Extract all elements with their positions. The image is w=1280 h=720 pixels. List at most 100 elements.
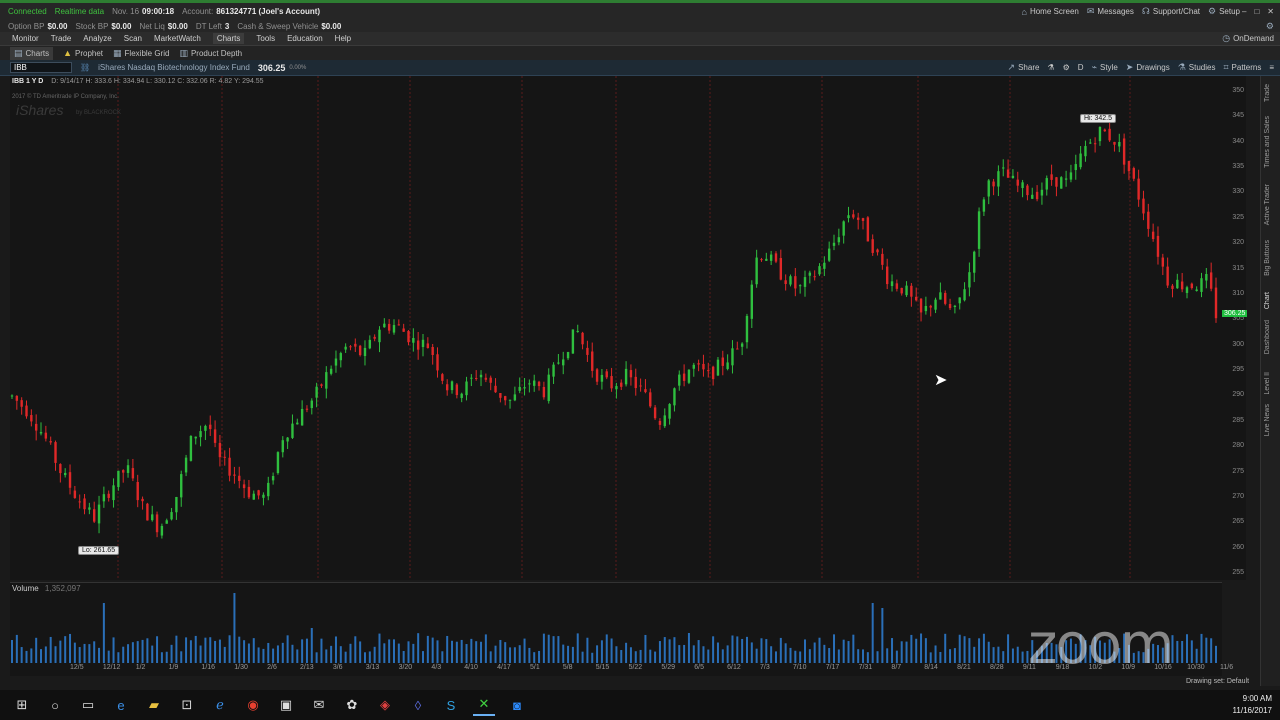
candle-body — [325, 372, 328, 389]
close-icon[interactable]: ✕ — [1267, 7, 1274, 16]
price-tick-label: 285 — [1232, 416, 1244, 424]
candle-body — [968, 272, 971, 288]
app-red-icon[interactable]: ◈ — [374, 694, 396, 716]
symbol-input[interactable]: IBB — [10, 62, 72, 73]
minimize-icon[interactable]: – — [1242, 7, 1246, 16]
menu-education[interactable]: Education — [287, 34, 323, 43]
candle-body — [83, 498, 86, 510]
ie-icon[interactable]: ℯ — [209, 694, 231, 716]
volume-bar — [509, 647, 512, 663]
flask-icon[interactable]: ⚗ — [1047, 63, 1054, 72]
ondemand-button[interactable]: ◷ OnDemand — [1222, 33, 1274, 44]
account-value[interactable]: 861324771 (Joel's Account) — [216, 7, 320, 16]
edge-icon[interactable]: e — [110, 694, 132, 716]
volume-bar — [189, 640, 192, 663]
volume-bar — [286, 635, 289, 663]
subtab-flexible-grid[interactable]: ▦ Flexible Grid — [113, 48, 169, 59]
subtab-charts[interactable]: ▤ Charts — [10, 46, 54, 60]
price-tick-label: 310 — [1232, 289, 1244, 297]
menu-marketwatch[interactable]: MarketWatch — [154, 34, 201, 43]
side-tab-chart[interactable]: Chart — [1264, 292, 1271, 309]
chart-settings-icon[interactable]: ⚙ — [1063, 63, 1070, 72]
search-icon[interactable]: ○ — [44, 694, 66, 716]
volume-bar — [591, 652, 594, 663]
candle-body — [789, 276, 792, 285]
side-tab-big-buttons[interactable]: Big Buttons — [1264, 240, 1271, 276]
skype-icon[interactable]: S — [440, 694, 462, 716]
side-tab-live-news[interactable]: Live News — [1264, 404, 1271, 436]
messages-button[interactable]: ✉ Messages — [1087, 6, 1134, 17]
menu-help[interactable]: Help — [335, 34, 351, 43]
studies-button[interactable]: ⚗ Studies — [1178, 62, 1216, 73]
style-button[interactable]: ⌁ Style — [1092, 62, 1118, 73]
chrome-icon[interactable]: ◉ — [242, 694, 264, 716]
mail-icon[interactable]: ✉ — [308, 694, 330, 716]
dt-left-value: 3 — [224, 21, 230, 31]
menu-analyze[interactable]: Analyze — [83, 34, 111, 43]
volume-bar — [1176, 640, 1179, 663]
thinkorswim-icon[interactable]: ✕ — [473, 694, 495, 716]
side-tab-active-trader[interactable]: Active Trader — [1264, 184, 1271, 225]
drawing-set-label[interactable]: Drawing set: Default — [1186, 678, 1249, 685]
volume-bar — [325, 649, 328, 663]
volume-bar — [866, 652, 869, 663]
support-chat-button[interactable]: ☊ Support/Chat — [1142, 6, 1200, 17]
menu-scan[interactable]: Scan — [124, 34, 142, 43]
volume-bar — [770, 646, 773, 663]
candle-body — [262, 494, 265, 498]
maximize-icon[interactable]: □ — [1254, 7, 1259, 16]
volume-bar — [422, 651, 425, 663]
candle-body — [34, 423, 38, 431]
settings-gear-icon[interactable]: ⚙ — [1266, 21, 1274, 32]
price-chart[interactable] — [10, 76, 1222, 580]
candle-body — [223, 456, 226, 458]
patterns-button[interactable]: ⌗ Patterns — [1223, 62, 1261, 73]
home-screen-button[interactable]: ⌂ Home Screen — [1022, 7, 1079, 17]
candle-body — [276, 452, 280, 474]
volume-bar — [223, 646, 226, 663]
system-clock[interactable]: 9:00 AM 11/16/2017 — [1233, 693, 1272, 717]
store-icon[interactable]: ⊡ — [176, 694, 198, 716]
menu-tools[interactable]: Tools — [256, 34, 275, 43]
interval-button[interactable]: D — [1078, 63, 1084, 72]
candle-body — [238, 475, 241, 481]
task-view-icon[interactable]: ▭ — [77, 694, 99, 716]
app-icon[interactable]: ✿ — [341, 694, 363, 716]
menu-monitor[interactable]: Monitor — [12, 34, 39, 43]
volume-bar — [107, 650, 110, 663]
side-tab-trade[interactable]: Trade — [1264, 84, 1271, 102]
candle-body — [953, 305, 957, 308]
volume-bar — [54, 646, 57, 663]
menu-icon[interactable]: ≡ — [1269, 63, 1274, 72]
side-tab-times-sales[interactable]: Times and Sales — [1264, 116, 1271, 168]
volume-bar — [731, 635, 734, 663]
link-icon[interactable]: ⛓ — [80, 63, 90, 72]
remote-desktop-icon[interactable]: ▣ — [275, 694, 297, 716]
volume-bar — [552, 636, 555, 663]
folder-icon[interactable]: ▰ — [143, 694, 165, 716]
windows-start-icon[interactable]: ⊞ — [11, 694, 33, 716]
zoom-app-icon[interactable]: ◙ — [506, 694, 528, 716]
candle-body — [731, 348, 734, 366]
side-tab-dashboard[interactable]: Dashboard — [1264, 320, 1271, 354]
candle-body — [344, 346, 347, 350]
date-tick-label: 7/10 — [792, 664, 807, 671]
menu-charts[interactable]: Charts — [212, 33, 245, 44]
volume-bar — [620, 650, 623, 663]
share-button[interactable]: ↗ Share — [1008, 62, 1040, 73]
side-tab-level-ii[interactable]: Level II — [1264, 372, 1271, 395]
candle-body — [929, 305, 932, 308]
candle-body — [774, 253, 778, 262]
menu-trade[interactable]: Trade — [51, 34, 72, 43]
candle-body — [412, 338, 415, 343]
candle-body — [416, 340, 420, 350]
drawings-button[interactable]: ➤ Drawings — [1126, 62, 1170, 73]
price-tick-label: 300 — [1232, 340, 1244, 348]
subtab-prophet[interactable]: ▲ Prophet — [63, 48, 103, 58]
volume-bar — [610, 638, 613, 663]
candle-body — [1045, 178, 1048, 190]
candle-body — [170, 512, 173, 520]
candle-body — [373, 336, 376, 339]
subtab-product-depth[interactable]: ▥ Product Depth — [179, 48, 242, 59]
app-blue-icon[interactable]: ◊ — [407, 694, 429, 716]
